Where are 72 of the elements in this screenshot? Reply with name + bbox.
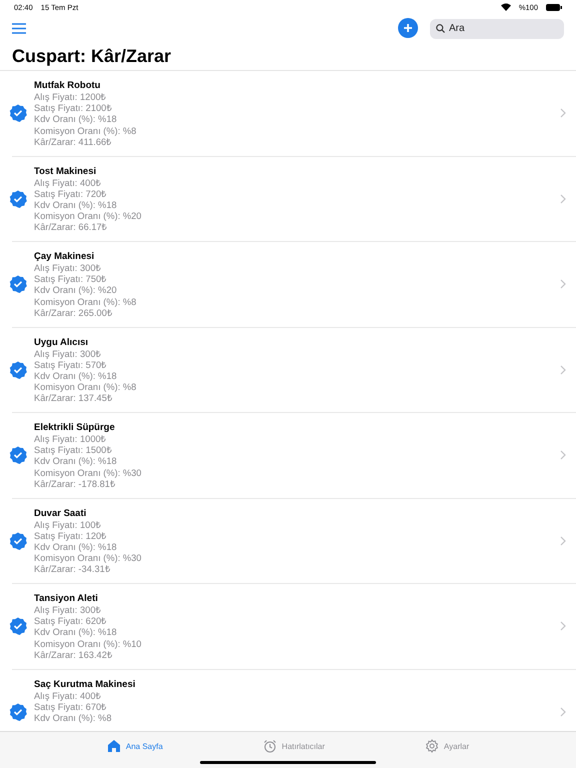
product-detail: Kdv Oranı (%): %18 <box>34 542 118 554</box>
product-detail: Komisyon Oranı (%): %8 <box>34 382 138 394</box>
product-detail: Komisyon Oranı (%): %8 <box>34 126 138 137</box>
product-detail: Kdv Oranı (%): %18 <box>34 370 118 382</box>
product-detail: Alış Fiyatı: 400₺ <box>34 690 102 702</box>
product-detail: Satış Fiyatı: 750₺ <box>34 274 108 286</box>
product-detail: Satış Fiyatı: 2100₺ <box>34 103 112 114</box>
product-detail: Kâr/Zarar: 411.66₺ <box>34 136 112 148</box>
chevron-icon <box>560 536 566 546</box>
chevron-icon <box>560 450 566 460</box>
product-detail: Kdv Oranı (%): %18 <box>34 200 118 212</box>
product-row[interactable]: Uygu Alıcısı Alış Fiyatı: 300₺ Satış Fiyatı: 570₺ Kdv Oranı (%): %18 Komisyon Oranı (%): %8 Kâr/Zarar: 137.45₺ <box>12 328 576 413</box>
product-row[interactable]: Çay Makinesi Alış Fiyatı: 300₺ Satış Fiyatı: 750₺ Kdv Oranı (%): %20 Komisyon Oranı (%): %8 Kâr/Zarar: 265.00₺ <box>12 242 576 328</box>
settings-icon <box>424 739 439 753</box>
add-button[interactable] <box>398 18 418 38</box>
product-detail: Kâr/Zarar: 163.42₺ <box>34 650 113 662</box>
tab-item[interactable]: Ana Sayfa <box>106 738 163 754</box>
product-detail: Komisyon Oranı (%): %20 <box>34 211 142 222</box>
product-name: Mutfak Robotu <box>34 80 102 92</box>
chevron-icon <box>560 108 566 118</box>
product-detail: Kâr/Zarar: 66.17₺ <box>34 222 108 234</box>
product-detail: Alış Fiyatı: 300₺ <box>34 348 102 360</box>
battery-icon <box>546 4 562 10</box>
product-row[interactable]: Duvar Saati Alış Fiyatı: 100₺ Satış Fiyatı: 120₺ Kdv Oranı (%): %18 Komisyon Oranı (%): %30 Kâr/Zarar: -34.31₺ <box>12 498 576 584</box>
product-detail: Komisyon Oranı (%): %10 <box>34 638 142 650</box>
product-detail: Kâr/Zarar: 137.45₺ <box>34 393 113 405</box>
product-detail: Kâr/Zarar: 265.00₺ <box>34 308 113 320</box>
chevron-icon <box>560 706 566 717</box>
chevron-icon <box>560 279 566 290</box>
product-detail: Kâr/Zarar: -178.81₺ <box>34 478 116 490</box>
product-name: Uygu Alıcısı <box>34 336 90 348</box>
product-detail: Kdv Oranı (%): %18 <box>34 456 118 468</box>
home-icon <box>106 739 121 753</box>
product-row[interactable]: Mutfak Robotu Alış Fiyatı: 1200₺ Satış Fiyatı: 2100₺ Kdv Oranı (%): %18 Komisyon Oranı (%): %8 Kâr/Zarar: 411.66₺ <box>12 71 576 156</box>
alarm-clock-icon <box>262 739 277 753</box>
product-detail: Komisyon Oranı (%): %30 <box>34 553 142 564</box>
plus-icon <box>403 23 413 33</box>
product-detail: Alış Fiyatı: 400₺ <box>34 178 102 189</box>
product-detail: Alış Fiyatı: 1200₺ <box>34 92 107 104</box>
product-detail: Alış Fiyatı: 300₺ <box>34 605 102 616</box>
product-name: Çay Makinesi <box>34 251 96 263</box>
page-title: Cuspart: Kâr/Zarar <box>12 46 172 66</box>
product-detail: Komisyon Oranı (%): %30 <box>34 468 142 479</box>
product-detail: Kâr/Zarar: -34.31₺ <box>34 564 111 576</box>
product-detail: Kdv Oranı (%): %18 <box>34 114 118 126</box>
product-name: Duvar Saati <box>34 508 88 520</box>
product-detail: Alış Fiyatı: 300₺ <box>34 263 102 274</box>
chevron-icon <box>560 364 566 375</box>
product-detail: Satış Fiyatı: 120₺ <box>34 530 108 542</box>
product-detail: Kdv Oranı (%): %20 <box>34 285 118 297</box>
product-detail: Alış Fiyatı: 1000₺ <box>34 434 107 446</box>
product-name: Tost Makinesi <box>34 166 98 178</box>
wifi-icon <box>500 3 511 11</box>
product-row[interactable]: Elektrikli Süpürge Alış Fiyatı: 1000₺ Satış Fiyatı: 1500₺ Kdv Oranı (%): %18 Komisyon Oranı (%): %30 Kâr/Zarar: -178.81₺ <box>12 413 576 498</box>
search-field[interactable]: Ara <box>430 18 564 38</box>
product-name: Elektrikli Süpürge <box>34 422 116 434</box>
product-detail: Satış Fiyatı: 620₺ <box>34 616 108 628</box>
chevron-icon <box>560 621 566 632</box>
product-detail: Komisyon Oranı (%): %8 <box>34 296 138 308</box>
product-detail: Alış Fiyatı: 100₺ <box>34 520 102 531</box>
menu-icon[interactable] <box>12 22 26 34</box>
chevron-icon <box>560 194 566 204</box>
product-detail: Satış Fiyatı: 1500₺ <box>34 445 112 456</box>
product-detail: Kdv Oranı (%): %18 <box>34 627 118 639</box>
product-name: Saç Kurutma Makinesi <box>34 678 136 690</box>
product-row[interactable]: Tansiyon Aleti Alış Fiyatı: 300₺ Satış Fiyatı: 620₺ Kdv Oranı (%): %18 Komisyon Oranı (%): %10 Kâr/Zarar: 163.42₺ <box>12 584 576 670</box>
product-name: Tansiyon Aleti <box>34 593 99 605</box>
product-detail: Satış Fiyatı: 670₺ <box>34 702 108 713</box>
product-row[interactable]: Tost Makinesi Alış Fiyatı: 400₺ Satış Fiyatı: 720₺ Kdv Oranı (%): %18 Komisyon Oranı (%): %20 Kâr/Zarar: 66.17₺ <box>12 156 576 242</box>
product-detail: Satış Fiyatı: 570₺ <box>34 360 108 371</box>
product-detail: Satış Fiyatı: 720₺ <box>34 188 108 200</box>
product-detail: Kdv Oranı (%): %8 <box>34 712 112 724</box>
